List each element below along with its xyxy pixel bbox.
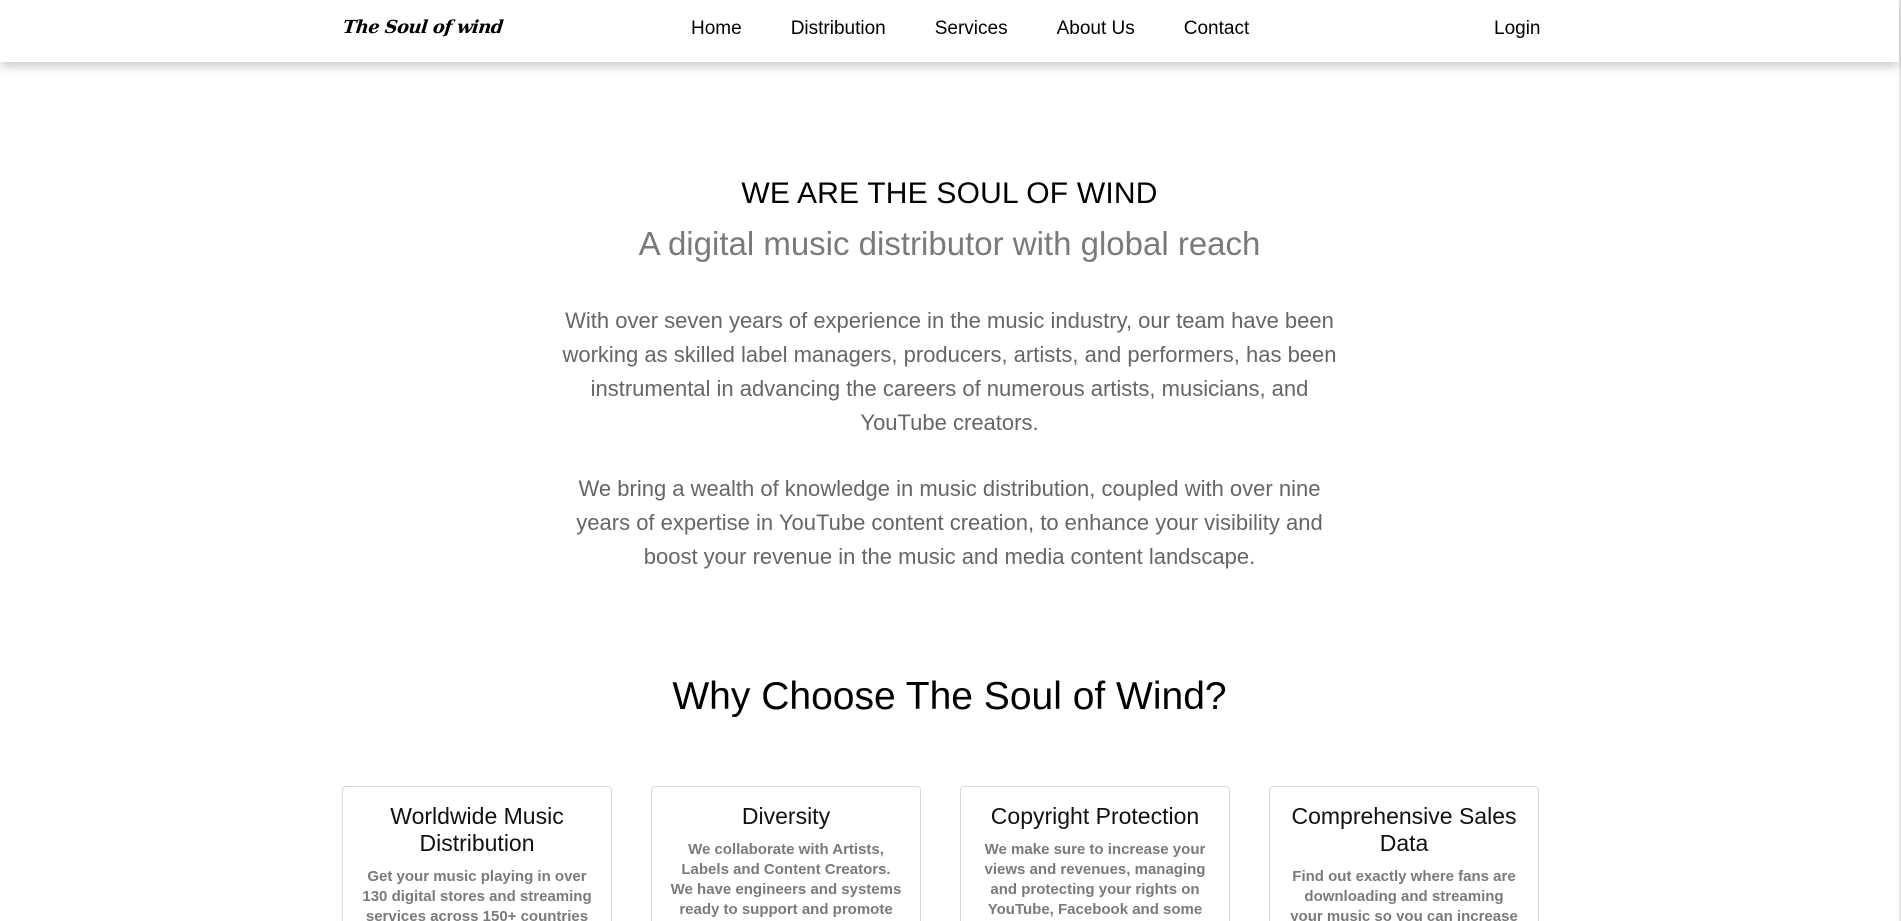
nav-link-about-us[interactable]: About Us [1057,18,1135,40]
feature-card-worldwide-distribution: Worldwide Music Distribution Get your mu… [342,786,612,921]
card-title: Comprehensive Sales Data [1291,803,1517,856]
hero-subtitle: A digital music distributor with global … [638,225,1261,262]
nav-link-services[interactable]: Services [935,18,1008,40]
feature-card-copyright-protection: Copyright Protection We make sure to inc… [960,786,1230,921]
page: The Soul of wind Home Distribution Servi… [0,0,1901,921]
nav-link-distribution[interactable]: Distribution [791,18,886,40]
navbar: The Soul of wind Home Distribution Servi… [0,0,1899,62]
why-choose-heading: Why Choose The Soul of Wind? [672,675,1227,718]
hero-title: WE ARE THE SOUL OF WIND [741,177,1158,210]
hero-section: WE ARE THE SOUL OF WIND A digital music … [0,176,1899,574]
nav-link-contact[interactable]: Contact [1184,18,1249,40]
card-text: We collaborate with Artists, Labels and … [670,841,902,918]
hero-paragraph-expertise: We bring a wealth of knowledge in music … [576,476,1323,569]
card-text: Find out exactly where fans are download… [1290,868,1518,921]
card-text: We make sure to increase your views and … [984,841,1206,918]
login-link[interactable]: Login [1494,18,1541,40]
card-title: Worldwide Music Distribution [390,803,564,856]
card-text: Get your music playing in over 130 digit… [362,868,592,921]
nav-links: Home Distribution Services About Us Cont… [691,18,1249,40]
site-logo[interactable]: The Soul of wind [342,17,504,38]
nav-link-home[interactable]: Home [691,18,742,40]
card-title: Diversity [741,803,831,829]
features-cards: Worldwide Music Distribution Get your mu… [342,786,1539,921]
feature-card-sales-data: Comprehensive Sales Data Find out exactl… [1269,786,1539,921]
card-title: Copyright Protection [990,803,1200,829]
feature-card-diversity: Diversity We collaborate with Artists, L… [651,786,921,921]
hero-paragraph-experience: With over seven years of experience in t… [562,308,1337,435]
